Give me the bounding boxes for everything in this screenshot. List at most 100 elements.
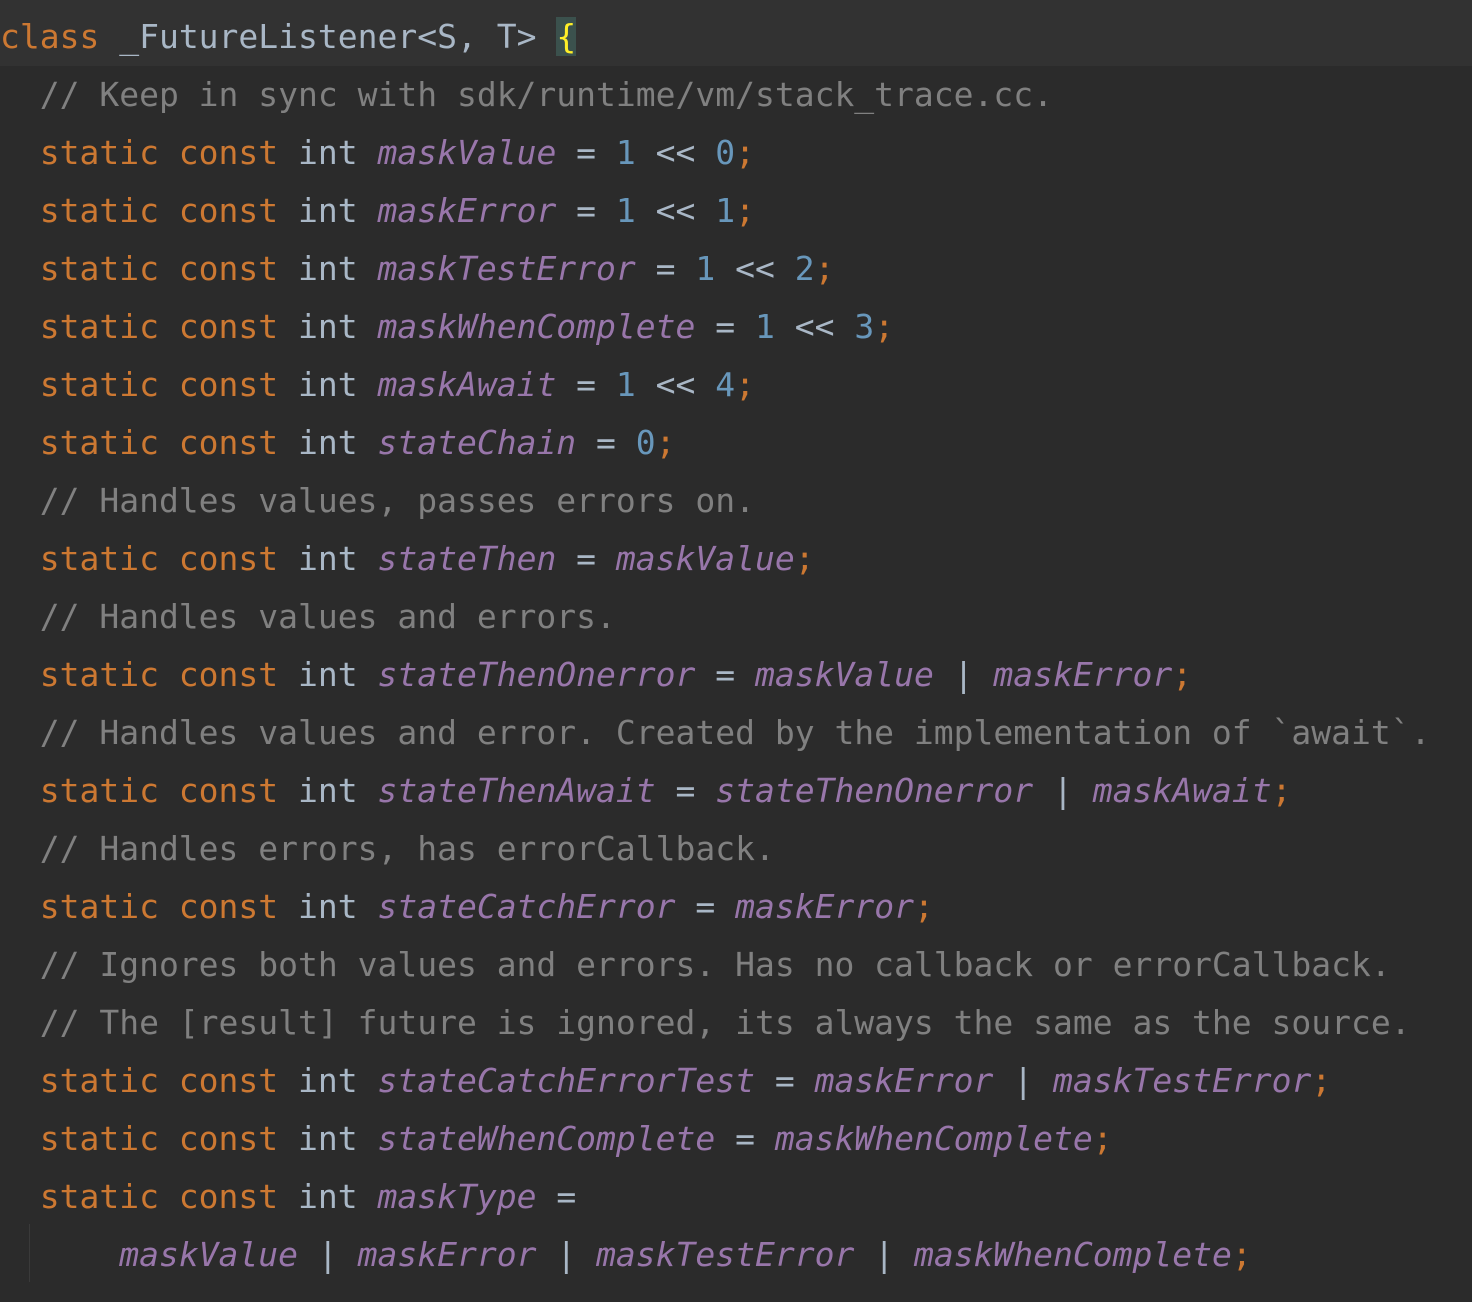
keyword-token: static const [0, 307, 299, 346]
keyword-token: static const [0, 191, 299, 230]
code-token: << [635, 133, 716, 172]
code-token: = [715, 1119, 775, 1158]
code-token: = [556, 539, 616, 578]
matched-brace: { [556, 17, 577, 56]
field-token: stateWhenComplete [377, 1119, 716, 1158]
code-line[interactable]: maskValue | maskError | maskTestError | … [0, 1226, 1252, 1284]
semicolon-token: ; [735, 365, 756, 404]
number-token: 1 [615, 365, 636, 404]
code-token: | [298, 1235, 358, 1274]
field-token: stateCatchError [377, 887, 676, 926]
keyword-token: static const [0, 249, 299, 288]
comment-token: // Handles values and errors. [0, 597, 616, 636]
number-token: 1 [615, 191, 636, 230]
code-token: << [715, 249, 795, 288]
code-line[interactable]: static const int maskType = [0, 1168, 576, 1226]
semicolon-token: ; [913, 887, 934, 926]
code-token: << [635, 365, 716, 404]
code-token: | [933, 655, 994, 694]
keyword-token: static const [0, 887, 299, 926]
code-token: = [576, 423, 636, 462]
comment-token: // Keep in sync with sdk/runtime/vm/stac… [0, 75, 1053, 114]
code-line-current[interactable]: class _FutureListener<S, T> { [0, 8, 1472, 66]
code-token: int [298, 249, 378, 288]
code-line[interactable]: static const int maskError = 1 << 1; [0, 182, 755, 240]
code-line[interactable]: // The [result] future is ignored, its a… [0, 994, 1411, 1052]
code-line[interactable]: // Handles values and errors. [0, 588, 616, 646]
field-token: maskAwait [1092, 771, 1272, 810]
field-token: maskValue [119, 1235, 299, 1274]
semicolon-token: ; [1311, 1061, 1332, 1100]
semicolon-token: ; [794, 539, 815, 578]
comment-token: // Handles errors, has errorCallback. [0, 829, 775, 868]
code-line[interactable]: static const int maskWhenComplete = 1 <<… [0, 298, 894, 356]
number-token: 3 [854, 307, 875, 346]
comment-token: // The [result] future is ignored, its a… [0, 1003, 1411, 1042]
code-token: = [556, 191, 616, 230]
code-line[interactable]: static const int maskAwait = 1 << 4; [0, 356, 755, 414]
semicolon-token: ; [735, 191, 756, 230]
keyword-token: static const [0, 1061, 299, 1100]
comment-token: // Ignores both values and errors. Has n… [0, 945, 1391, 984]
code-token: = [655, 771, 716, 810]
semicolon-token: ; [874, 307, 895, 346]
code-token: << [774, 307, 855, 346]
field-token: maskError [357, 1235, 537, 1274]
code-token: = [556, 365, 616, 404]
keyword-token: static const [0, 423, 299, 462]
keyword-token: static const [0, 365, 299, 404]
code-line[interactable]: // Handles values and error. Created by … [0, 704, 1431, 762]
code-token: | [536, 1235, 597, 1274]
code-editor[interactable]: class _FutureListener<S, T> { // Keep in… [0, 0, 1472, 1302]
semicolon-token: ; [655, 423, 676, 462]
field-token: stateThenOnerror [715, 771, 1034, 810]
field-token: maskError [814, 1061, 994, 1100]
field-token: maskValue [615, 539, 795, 578]
field-token: maskValue [377, 133, 557, 172]
code-line[interactable]: static const int stateCatchErrorTest = m… [0, 1052, 1331, 1110]
code-line[interactable]: // Keep in sync with sdk/runtime/vm/stac… [0, 66, 1053, 124]
number-token: 1 [695, 249, 716, 288]
field-token: maskError [735, 887, 914, 926]
field-token: stateCatchErrorTest [377, 1061, 756, 1100]
code-token: | [993, 1061, 1054, 1100]
code-line[interactable]: static const int stateThen = maskValue; [0, 530, 815, 588]
keyword-token: static const [0, 1177, 299, 1216]
number-token: 2 [794, 249, 815, 288]
code-token: int [298, 771, 378, 810]
code-line[interactable]: static const int stateCatchError = maskE… [0, 878, 934, 936]
keyword-token: static const [0, 133, 299, 172]
number-token: 0 [715, 133, 736, 172]
number-token: 0 [635, 423, 656, 462]
code-token: int [298, 307, 378, 346]
code-token: = [635, 249, 696, 288]
code-line[interactable]: static const int maskValue = 1 << 0; [0, 124, 755, 182]
field-token: maskError [377, 191, 557, 230]
field-token: maskAwait [377, 365, 557, 404]
comment-token: // Handles values, passes errors on. [0, 481, 755, 520]
code-line[interactable]: static const int stateWhenComplete = mas… [0, 1110, 1113, 1168]
code-token: int [298, 539, 378, 578]
code-line[interactable]: // Ignores both values and errors. Has n… [0, 936, 1391, 994]
code-token: int [298, 655, 378, 694]
keyword-token: class [0, 17, 100, 56]
code-token: _FutureListener<S, T> [99, 17, 557, 56]
field-token: maskTestError [596, 1235, 855, 1274]
keyword-token: static const [0, 771, 299, 810]
code-line[interactable]: static const int stateThenOnerror = mask… [0, 646, 1192, 704]
field-token: stateThenOnerror [377, 655, 696, 694]
code-line[interactable]: // Handles values, passes errors on. [0, 472, 755, 530]
semicolon-token: ; [1172, 655, 1193, 694]
code-token: int [298, 365, 378, 404]
code-line[interactable]: static const int stateThenAwait = stateT… [0, 762, 1292, 820]
keyword-token: static const [0, 655, 299, 694]
code-token: | [854, 1235, 914, 1274]
semicolon-token: ; [735, 133, 756, 172]
keyword-token: static const [0, 1119, 299, 1158]
keyword-token: static const [0, 539, 299, 578]
number-token: 1 [615, 133, 636, 172]
code-token: = [695, 655, 755, 694]
code-line[interactable]: // Handles errors, has errorCallback. [0, 820, 775, 878]
code-line[interactable]: static const int maskTestError = 1 << 2; [0, 240, 835, 298]
code-line[interactable]: static const int stateChain = 0; [0, 414, 676, 472]
